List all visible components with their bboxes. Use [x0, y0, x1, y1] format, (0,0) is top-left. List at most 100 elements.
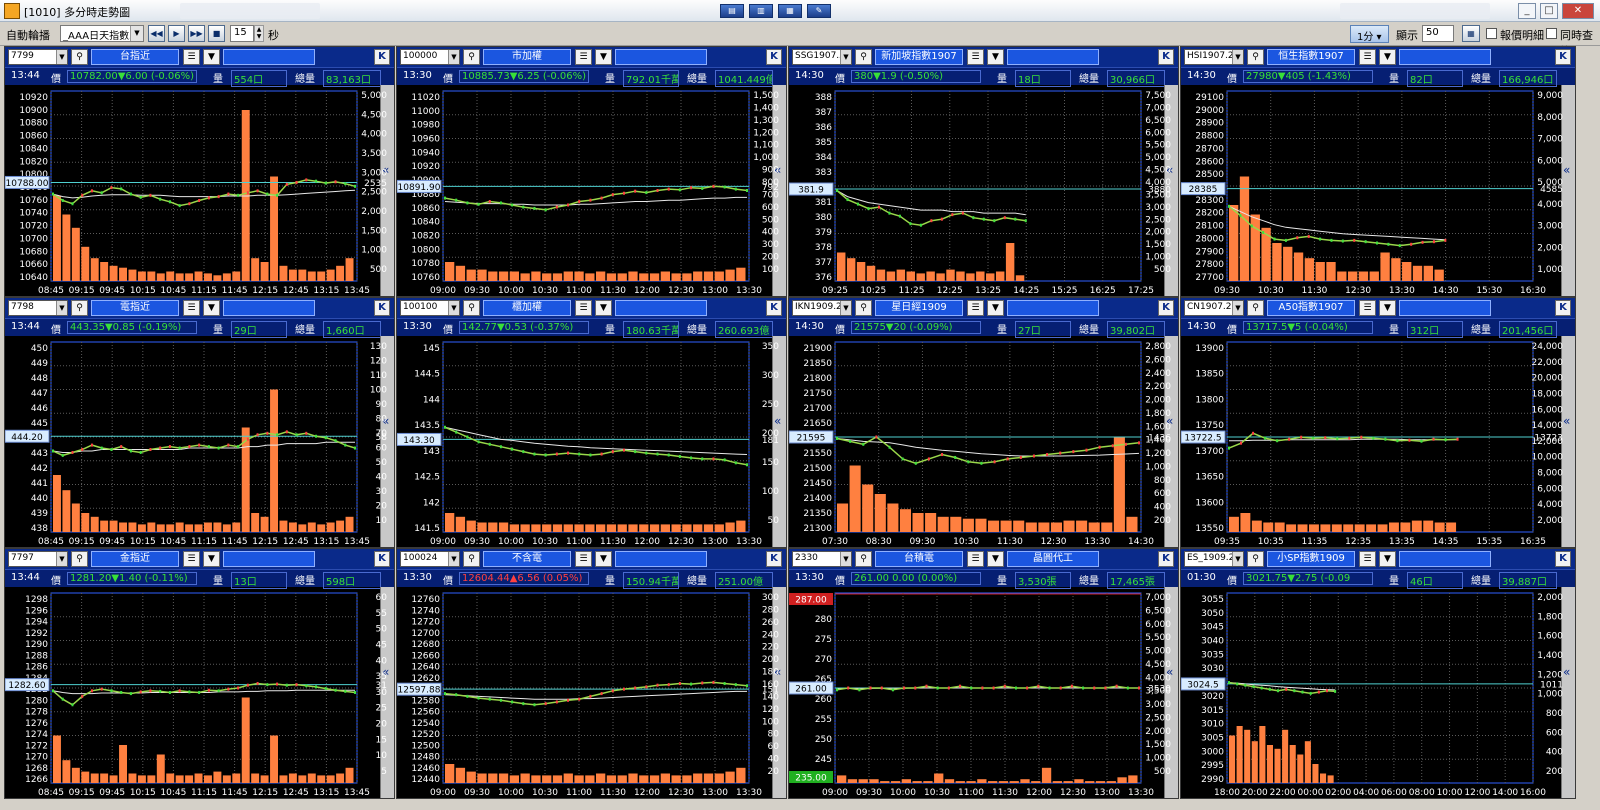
dropdown-icon[interactable]: ▼ — [595, 49, 612, 65]
search-icon[interactable]: ⚲ — [463, 49, 480, 65]
list-icon[interactable]: ☰ — [575, 551, 592, 567]
symbol-name[interactable]: 市加權 — [483, 49, 571, 65]
dropdown-icon[interactable]: ▼ — [1379, 300, 1396, 316]
list-icon[interactable]: ☰ — [1359, 551, 1376, 567]
symbol-name-text: 星日經1909 — [891, 302, 947, 313]
symbol-select[interactable]: 7798 ▼ — [8, 300, 68, 316]
symbol-select[interactable]: 100100 ▼ — [400, 300, 460, 316]
dropdown-icon[interactable]: ▼ — [987, 551, 1004, 567]
symbol-name[interactable]: 恒生指數1907 — [1267, 49, 1355, 65]
y-tick-label: 13650 — [1195, 473, 1224, 483]
period-select[interactable]: 1分 ▾ — [1350, 25, 1389, 43]
k-chart-button[interactable]: K — [1158, 551, 1174, 567]
grid-layout-icon[interactable]: ▦ — [1462, 25, 1480, 42]
symbol-name[interactable]: 櫃加權 — [483, 300, 571, 316]
search-icon[interactable]: ⚲ — [71, 300, 88, 316]
k-chart-button[interactable]: K — [766, 300, 782, 316]
k-label: K — [1162, 51, 1170, 62]
detail-checkbox[interactable] — [1486, 28, 1497, 39]
symbol-select[interactable]: 7799 ▼ — [8, 49, 68, 65]
k-chart-button[interactable]: K — [1555, 49, 1571, 65]
layout-button-3[interactable]: ▦ — [778, 4, 802, 18]
k-chart-button[interactable]: K — [1158, 300, 1174, 316]
search-icon[interactable]: ⚲ — [855, 49, 872, 65]
dropdown-icon[interactable]: ▼ — [1379, 49, 1396, 65]
symbol-name[interactable]: 金指近 — [91, 551, 179, 567]
k-chart-button[interactable]: K — [1158, 49, 1174, 65]
symbol-select[interactable]: CN1907.2 ▼ — [1184, 300, 1244, 316]
x-tick-label: 11:00 — [566, 286, 592, 296]
symbol-name[interactable]: 台積電 — [875, 551, 963, 567]
dropdown-icon[interactable]: ▼ — [987, 300, 1004, 316]
close-icon[interactable]: ✕ — [1562, 3, 1594, 19]
symbol-select[interactable]: IKN1909.2 ▼ — [792, 300, 852, 316]
volume-bar — [866, 265, 876, 281]
dropdown-icon[interactable]: ▼ — [595, 551, 612, 567]
k-chart-button[interactable]: K — [766, 49, 782, 65]
group-select[interactable]: _AAA日天指數5日 ▼ — [60, 25, 144, 42]
k-chart-button[interactable]: K — [374, 551, 390, 567]
search-icon[interactable]: ⚲ — [855, 300, 872, 316]
dropdown-icon[interactable]: ▼ — [203, 300, 220, 316]
layout-button-2[interactable]: ▥ — [749, 4, 773, 18]
list-icon[interactable]: ☰ — [183, 551, 200, 567]
dropdown-icon[interactable]: ▼ — [595, 300, 612, 316]
search-icon[interactable]: ⚲ — [1247, 49, 1264, 65]
search-icon[interactable]: ⚲ — [1247, 551, 1264, 567]
symbol-select[interactable]: 2330 ▼ — [792, 551, 852, 567]
search-icon[interactable]: ⚲ — [463, 300, 480, 316]
search-icon[interactable]: ⚲ — [463, 551, 480, 567]
search-icon[interactable]: ⚲ — [71, 49, 88, 65]
minimize-icon[interactable]: _ — [1518, 3, 1536, 19]
k-chart-button[interactable]: K — [1555, 551, 1571, 567]
sync-checkbox[interactable] — [1546, 28, 1557, 39]
list-icon[interactable]: ☰ — [575, 300, 592, 316]
layout-button-4[interactable]: ✎ — [807, 4, 831, 18]
symbol-name[interactable]: 台指近 — [91, 49, 179, 65]
stop-button[interactable]: ■ — [208, 25, 225, 42]
display-count-input[interactable]: 50 — [1422, 25, 1454, 42]
symbol-select[interactable]: 7797 ▼ — [8, 551, 68, 567]
interval-spinner[interactable]: ▲ ▼ — [254, 25, 264, 42]
search-icon[interactable]: ⚲ — [71, 551, 88, 567]
dropdown-icon[interactable]: ▼ — [203, 551, 220, 567]
dropdown-icon[interactable]: ▼ — [1379, 551, 1396, 567]
volume-bar — [232, 522, 241, 532]
symbol-code: 7797 — [11, 553, 34, 563]
symbol-name[interactable]: 小SP指數1909 — [1267, 551, 1355, 567]
search-icon[interactable]: ⚲ — [855, 551, 872, 567]
price-point — [678, 454, 681, 458]
layout-button-1[interactable]: ▤ — [720, 4, 744, 18]
symbol-select[interactable]: HSI1907.2 ▼ — [1184, 49, 1244, 65]
symbol-select[interactable]: SSG1907.5 ▼ — [792, 49, 852, 65]
k-chart-button[interactable]: K — [766, 551, 782, 567]
first-button[interactable]: ◀◀ — [148, 25, 165, 42]
last-button[interactable]: ▶▶ — [188, 25, 205, 42]
dropdown-icon[interactable]: ▼ — [203, 49, 220, 65]
k-chart-button[interactable]: K — [374, 49, 390, 65]
play-button[interactable]: ▶ — [168, 25, 185, 42]
symbol-name[interactable]: 星日經1909 — [875, 300, 963, 316]
list-icon[interactable]: ☰ — [575, 49, 592, 65]
symbol-name[interactable]: 新加坡指數1907 — [875, 49, 963, 65]
list-icon[interactable]: ☰ — [1359, 49, 1376, 65]
k-chart-button[interactable]: K — [374, 300, 390, 316]
symbol-select[interactable]: 100024 ▼ — [400, 551, 460, 567]
search-icon[interactable]: ⚲ — [1247, 300, 1264, 316]
list-icon[interactable]: ☰ — [1359, 300, 1376, 316]
symbol-name[interactable]: 電指近 — [91, 300, 179, 316]
list-icon[interactable]: ☰ — [967, 551, 984, 567]
maximize-icon[interactable]: □ — [1540, 3, 1558, 19]
symbol-name[interactable]: 不含電 — [483, 551, 571, 567]
dropdown-icon[interactable]: ▼ — [987, 49, 1004, 65]
list-icon[interactable]: ☰ — [183, 49, 200, 65]
list-icon[interactable]: ☰ — [967, 300, 984, 316]
list-icon[interactable]: ☰ — [183, 300, 200, 316]
symbol-name[interactable]: A50指數1907 — [1267, 300, 1355, 316]
symbol-select[interactable]: 100000 ▼ — [400, 49, 460, 65]
k-chart-button[interactable]: K — [1555, 300, 1571, 316]
list-icon[interactable]: ☰ — [967, 49, 984, 65]
symbol-select[interactable]: ES_1909.2 ▼ — [1184, 551, 1244, 567]
volume-bar — [606, 524, 617, 532]
interval-input[interactable]: 15 — [230, 25, 254, 42]
